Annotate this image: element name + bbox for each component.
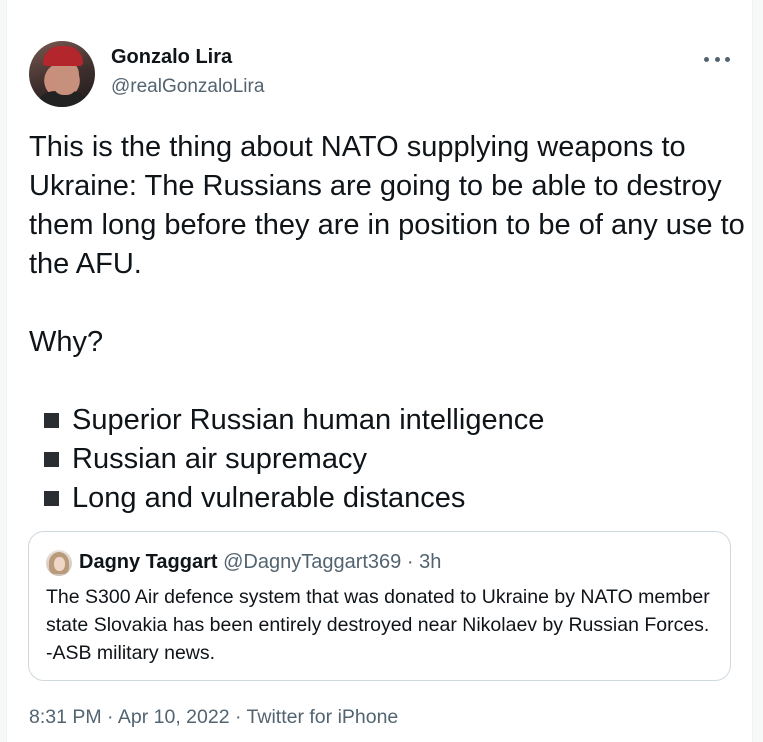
quoted-separator: ·: [401, 551, 420, 573]
dot: [725, 56, 730, 62]
bullet-text: Long and vulnerable distances: [72, 482, 466, 514]
list-item: Superior Russian human intelligence: [29, 401, 749, 440]
tweet-timestamp: 8:31 PM · Apr 10, 2022 · Twitter for iPh…: [29, 706, 398, 729]
quoted-time: 3h: [419, 551, 442, 573]
tweet-bullet-list: Superior Russian human intelligence Russ…: [29, 401, 749, 518]
more-options-icon[interactable]: [704, 48, 730, 70]
dot: [714, 56, 720, 62]
black-square-bullet-icon: [44, 452, 59, 467]
tweet-date[interactable]: Apr 10, 2022: [118, 706, 230, 728]
footer-separator: ·: [101, 706, 118, 728]
quoted-header: Dagny Taggart @DagnyTaggart369 · 3h: [79, 551, 441, 574]
tweet-time[interactable]: 8:31 PM: [29, 706, 102, 728]
tweet-source[interactable]: Twitter for iPhone: [247, 706, 399, 728]
tweet-paragraph-2: Why?: [29, 326, 104, 358]
quoted-author-handle: @DagnyTaggart369: [223, 551, 402, 573]
list-item: Long and vulnerable distances: [29, 479, 749, 518]
bullet-text: Superior Russian human intelligence: [72, 404, 545, 436]
quoted-tweet[interactable]: Dagny Taggart @DagnyTaggart369 · 3h The …: [28, 531, 731, 681]
tweet-card: Gonzalo Lira @realGonzaloLira This is th…: [6, 0, 753, 742]
quoted-text: The S300 Air defence system that was don…: [46, 586, 710, 664]
bullet-text: Russian air supremacy: [72, 443, 367, 475]
author-name[interactable]: Gonzalo Lira: [111, 46, 232, 69]
author-avatar[interactable]: [29, 41, 95, 107]
avatar-cap: [43, 46, 83, 66]
black-square-bullet-icon: [44, 491, 59, 506]
avatar-face: [54, 557, 65, 571]
dot: [704, 56, 709, 62]
tweet-paragraph-1: This is the thing about NATO supplying w…: [29, 131, 745, 280]
quoted-author-name: Dagny Taggart: [79, 551, 218, 573]
black-square-bullet-icon: [44, 413, 59, 428]
avatar-face: [51, 61, 79, 95]
quoted-author-avatar: [46, 550, 72, 576]
tweet-text: This is the thing about NATO supplying w…: [29, 128, 749, 518]
footer-separator: ·: [229, 706, 247, 728]
list-item: Russian air supremacy: [29, 440, 749, 479]
author-handle[interactable]: @realGonzaloLira: [111, 76, 264, 98]
